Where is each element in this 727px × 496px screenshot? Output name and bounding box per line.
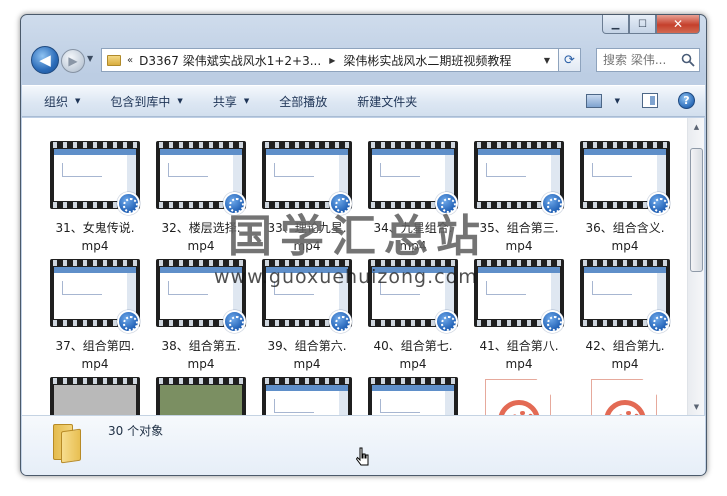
new-folder-button[interactable]: 新建文件夹 <box>357 93 417 110</box>
file-name-line: 37、组合第四. <box>55 339 135 353</box>
media-file-icon <box>485 379 551 415</box>
refresh-button[interactable]: ⟳ <box>559 48 581 72</box>
video-player-icon <box>117 192 140 215</box>
share-label: 共享 <box>212 94 237 109</box>
preview-pane-icon[interactable] <box>642 93 658 108</box>
play-all-button[interactable]: 全部播放 <box>279 93 327 110</box>
chevron-down-icon: ▼ <box>177 97 183 105</box>
organize-menu[interactable]: 组织 ▼ <box>44 93 80 110</box>
file-item[interactable]: 37、组合第四. mp4 <box>47 259 143 371</box>
file-item[interactable] <box>365 377 461 415</box>
minimize-button[interactable]: ▁ <box>602 15 629 34</box>
file-name: 36、组合含义. mp4 <box>573 219 677 255</box>
refresh-icon: ⟳ <box>564 52 575 68</box>
share-menu[interactable]: 共享 ▼ <box>213 93 249 110</box>
forward-button[interactable]: ▶ <box>61 49 85 73</box>
view-options-chevron-icon[interactable]: ▼ <box>615 97 620 105</box>
file-item[interactable]: 31、女鬼传说. mp4 <box>47 141 143 253</box>
file-extension: mp4 <box>81 239 109 253</box>
file-extension: mp4 <box>293 357 321 371</box>
arrow-right-icon: ▶ <box>68 54 78 68</box>
video-player-icon <box>117 310 140 333</box>
file-item[interactable] <box>153 377 249 415</box>
media-file-icon <box>591 379 657 415</box>
file-name: 37、组合第四. mp4 <box>43 337 147 373</box>
include-in-library-menu[interactable]: 包含到库中 ▼ <box>110 93 182 110</box>
navigation-bar: ◀ ▶ ▼ « D3367 梁伟斌实战风水1+2+3... ▶ 梁伟彬实战风水二… <box>29 45 700 75</box>
chevron-down-icon: ▼ <box>75 97 81 105</box>
file-name-line: 42、组合第九. <box>585 339 665 353</box>
file-item[interactable]: 36、组合含义. mp4 <box>577 141 673 253</box>
search-box[interactable] <box>596 48 700 72</box>
command-bar: 组织 ▼ 包含到库中 ▼ 共享 ▼ 全部播放 新建文件夹 ▼ ? <box>22 85 705 117</box>
recent-pages-button[interactable]: ▼ <box>87 54 93 63</box>
breadcrumb-parent[interactable]: D3367 梁伟斌实战风水1+2+3... <box>139 52 321 69</box>
search-icon[interactable] <box>681 53 695 67</box>
address-bar[interactable]: « D3367 梁伟斌实战风水1+2+3... ▶ 梁伟彬实战风水二期班视频教程… <box>101 48 559 72</box>
help-icon[interactable]: ? <box>678 92 695 109</box>
file-extension: mp4 <box>399 357 427 371</box>
back-button[interactable]: ◀ <box>31 46 59 74</box>
file-name-line: 40、组合第七. <box>373 339 453 353</box>
file-extension: mp4 <box>505 357 533 371</box>
video-player-icon <box>329 310 352 333</box>
file-name-line: 41、组合第八. <box>479 339 559 353</box>
file-item[interactable] <box>471 377 567 415</box>
file-extension: mp4 <box>187 357 215 371</box>
file-item[interactable] <box>577 377 673 415</box>
watermark-url: www.guoxuehuizong.com <box>214 266 478 288</box>
address-dropdown-button[interactable]: ▼ <box>536 56 558 65</box>
video-player-icon <box>223 310 246 333</box>
file-name: 41、组合第八. mp4 <box>467 337 571 373</box>
file-name-line: 36、组合含义. <box>585 221 665 235</box>
file-item[interactable]: 41、组合第八. mp4 <box>471 259 567 371</box>
file-name: 31、女鬼传说. mp4 <box>43 219 147 255</box>
folder-icon <box>49 424 85 464</box>
video-thumbnail <box>50 377 140 415</box>
video-player-icon <box>647 192 670 215</box>
file-item[interactable]: 42、组合第九. mp4 <box>577 259 673 371</box>
maximize-button[interactable]: ☐ <box>629 15 656 34</box>
file-extension: mp4 <box>611 357 639 371</box>
video-player-icon <box>647 310 670 333</box>
breadcrumb-current[interactable]: 梁伟彬实战风水二期班视频教程 <box>343 52 511 69</box>
video-thumbnail <box>262 377 352 415</box>
file-name: 39、组合第六. mp4 <box>255 337 359 373</box>
breadcrumb-separator-icon[interactable]: ▶ <box>329 56 335 65</box>
scroll-down-icon[interactable]: ▼ <box>688 398 705 415</box>
search-input[interactable] <box>603 53 679 67</box>
file-name: 38、组合第五. mp4 <box>149 337 253 373</box>
video-player-icon <box>435 310 458 333</box>
include-in-library-label: 包含到库中 <box>110 94 171 109</box>
scroll-up-icon[interactable]: ▲ <box>688 118 705 135</box>
arrow-left-icon: ◀ <box>39 51 51 69</box>
file-name-line: 39、组合第六. <box>267 339 347 353</box>
file-name: 42、组合第九. mp4 <box>573 337 677 373</box>
watermark-text: 国学汇总站 <box>228 211 488 262</box>
scrollbar-thumb[interactable] <box>690 148 703 272</box>
file-extension: mp4 <box>611 239 639 253</box>
folder-icon <box>107 54 121 66</box>
video-player-icon <box>541 192 564 215</box>
chevron-down-icon: ▼ <box>243 97 250 105</box>
file-name-line: 31、女鬼传说. <box>55 221 135 235</box>
video-thumbnail <box>368 377 458 415</box>
caption-buttons: ▁ ☐ ✕ <box>602 15 700 34</box>
close-button[interactable]: ✕ <box>656 15 700 34</box>
address-overflow-button[interactable]: « <box>127 55 133 66</box>
file-extension: mp4 <box>81 357 109 371</box>
change-view-icon[interactable] <box>585 93 602 108</box>
video-thumbnail <box>156 377 246 415</box>
vertical-scrollbar[interactable]: ▲ ▼ <box>687 118 704 415</box>
item-count: 30 个对象 <box>108 424 164 438</box>
organize-label: 组织 <box>44 94 69 109</box>
mouse-cursor-icon <box>356 447 369 466</box>
file-name-line: 38、组合第五. <box>161 339 241 353</box>
file-name: 40、组合第七. mp4 <box>361 337 465 373</box>
file-item[interactable] <box>47 377 143 415</box>
file-item[interactable] <box>259 377 355 415</box>
video-player-icon <box>541 310 564 333</box>
view-controls: ▼ ? <box>585 92 695 109</box>
